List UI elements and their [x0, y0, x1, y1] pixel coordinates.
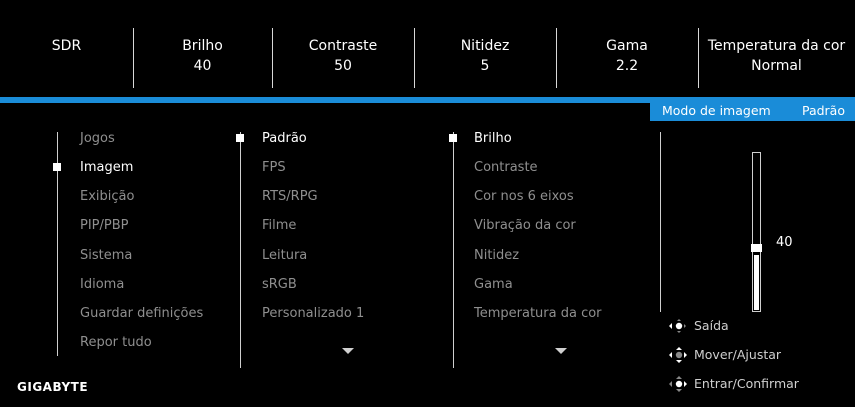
header-gamma-title: Gama: [606, 38, 648, 54]
setting-item-color-temperature[interactable]: Temperatura da cor: [474, 306, 602, 321]
header-sdr: SDR: [0, 0, 133, 96]
joystick-move-icon: [669, 347, 687, 363]
joystick-left-icon: [669, 319, 686, 333]
header-sdr-title: SDR: [51, 38, 82, 54]
menu-item-reset-all[interactable]: Repor tudo: [80, 335, 152, 350]
mode-item-movie[interactable]: Filme: [262, 218, 296, 233]
selection-marker: [449, 134, 457, 142]
brightness-slider-thumb[interactable]: [751, 244, 762, 252]
status-header: SDR Brilho 40 Contraste 50 Nitidez 5 Gam…: [0, 0, 855, 96]
column-divider: [453, 132, 454, 368]
picture-mode-bar: Modo de imagem Padrão: [650, 101, 855, 121]
joystick-press-icon: [669, 376, 687, 392]
header-sharpness-title: Nitidez: [460, 38, 510, 54]
header-contrast-value: 50: [334, 58, 352, 74]
column-divider: [240, 132, 241, 368]
selection-marker: [53, 163, 61, 171]
picture-mode-label: Modo de imagem: [662, 103, 771, 118]
mode-item-custom-1[interactable]: Personalizado 1: [262, 306, 364, 321]
menu-item-language[interactable]: Idioma: [80, 277, 124, 292]
hint-move-adjust-label: Mover/Ajustar: [694, 347, 782, 362]
setting-item-contrast[interactable]: Contraste: [474, 160, 538, 175]
header-gamma: Gama 2.2: [556, 0, 698, 96]
header-color-temp-title: Temperatura da cor: [707, 38, 846, 54]
gigabyte-logo: GIGABYTE: [17, 380, 89, 394]
mode-item-fps[interactable]: FPS: [262, 160, 286, 175]
scroll-down-icon[interactable]: [555, 348, 567, 354]
header-gamma-value: 2.2: [615, 58, 639, 74]
menu-item-system[interactable]: Sistema: [80, 248, 132, 263]
mode-item-srgb[interactable]: sRGB: [262, 277, 297, 292]
setting-item-brightness[interactable]: Brilho: [474, 131, 512, 146]
menu-item-pip-pbp[interactable]: PIP/PBP: [80, 218, 129, 233]
mode-item-standard[interactable]: Padrão: [262, 131, 307, 146]
brightness-slider-fill: [754, 255, 759, 310]
header-sharpness-value: 5: [480, 58, 490, 74]
header-sharpness: Nitidez 5: [414, 0, 556, 96]
menu-item-picture[interactable]: Imagem: [80, 160, 133, 175]
setting-item-6-axis-color[interactable]: Cor nos 6 eixos: [474, 189, 574, 204]
menu-item-gaming[interactable]: Jogos: [80, 131, 115, 146]
header-brightness-title: Brilho: [182, 38, 223, 54]
column-divider: [660, 132, 661, 312]
hint-exit-label: Saída: [694, 318, 729, 333]
brightness-slider-value: 40: [776, 235, 793, 250]
picture-mode-value: Padrão: [801, 103, 845, 118]
header-contrast: Contraste 50: [272, 0, 414, 96]
scroll-down-icon[interactable]: [342, 348, 354, 354]
hint-enter-confirm-label: Entrar/Confirmar: [694, 376, 799, 391]
header-contrast-title: Contraste: [308, 38, 378, 54]
header-brightness: Brilho 40: [133, 0, 272, 96]
mode-item-rts-rpg[interactable]: RTS/RPG: [262, 189, 318, 204]
setting-item-gamma[interactable]: Gama: [474, 277, 513, 292]
menu-item-save-settings[interactable]: Guardar definições: [80, 306, 203, 321]
setting-item-color-vibrance[interactable]: Vibração da cor: [474, 218, 576, 233]
mode-item-reader[interactable]: Leitura: [262, 248, 307, 263]
selection-marker: [236, 134, 244, 142]
header-color-temp: Temperatura da cor Normal: [698, 0, 855, 96]
menu-item-display[interactable]: Exibição: [80, 189, 134, 204]
header-brightness-value: 40: [193, 58, 212, 74]
setting-item-sharpness[interactable]: Nitidez: [474, 248, 519, 263]
header-color-temp-value: Normal: [751, 58, 802, 74]
